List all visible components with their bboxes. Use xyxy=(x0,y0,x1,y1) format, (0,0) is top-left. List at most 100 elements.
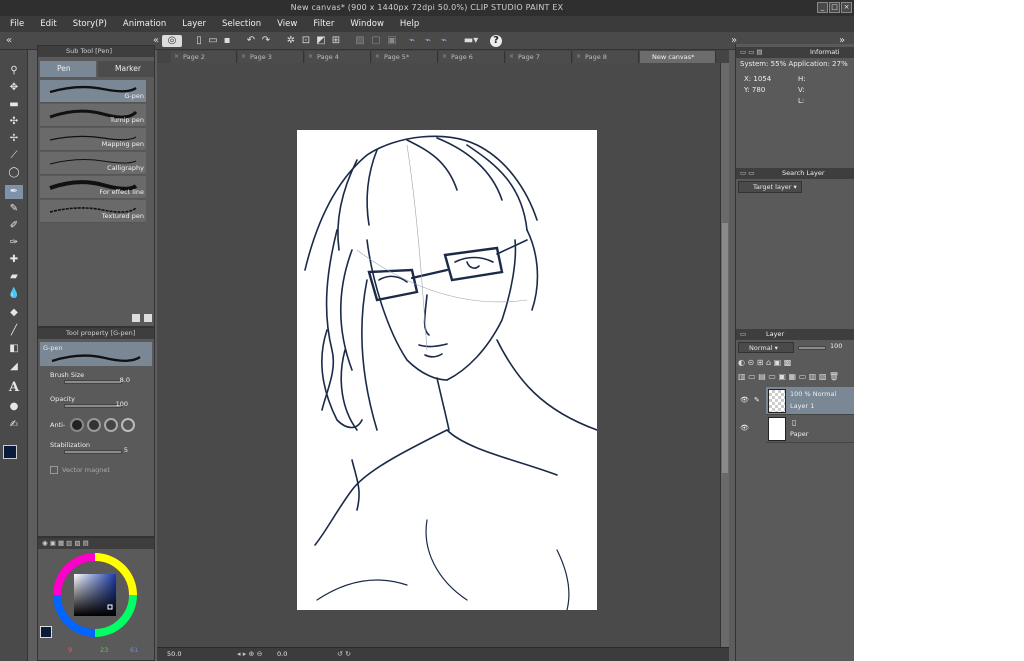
decoration-tool-icon[interactable]: ✚ xyxy=(5,253,23,267)
menu-view[interactable]: View xyxy=(277,19,297,29)
clip-studio-icon[interactable]: ◎ xyxy=(162,35,182,47)
layer-action-icons[interactable]: ▥ ▭ ▤ ▭ ▣ ▦ ▭ ▥ ▧ 🗑 xyxy=(738,372,839,381)
select-all-icon[interactable]: ▢ xyxy=(370,35,382,47)
tab-page-5[interactable]: × Page 5* xyxy=(372,51,438,63)
tab-marker[interactable]: Marker xyxy=(98,61,154,77)
layer-panel-tab-icon[interactable]: ▭ xyxy=(740,329,746,340)
layer-tool-icons[interactable]: ◐ ⊝ ⊞ ⌂ ▣ ▩ xyxy=(738,358,791,367)
tab-layer[interactable]: Layer xyxy=(766,329,784,340)
blend-mode-dropdown[interactable]: Normal ▾ xyxy=(738,342,794,353)
clear-outside-icon[interactable]: ⊡ xyxy=(300,35,312,47)
stabilization-value[interactable]: 5 xyxy=(108,446,128,454)
menu-layer[interactable]: Layer xyxy=(182,19,206,29)
display-menu-icon[interactable]: ▬▾ xyxy=(460,35,482,47)
sub-tool-settings-icon[interactable] xyxy=(132,314,140,322)
move-tool-icon[interactable]: ✥ xyxy=(5,81,23,95)
layer-row-paper[interactable]: ▯ Paper xyxy=(766,415,854,443)
tab-information[interactable]: Informati xyxy=(810,47,840,58)
tab-page-2[interactable]: × Page 2 xyxy=(171,51,237,63)
open-file-icon[interactable]: ▭ xyxy=(207,35,219,47)
vector-magnet-checkbox[interactable] xyxy=(50,466,58,474)
lasso-tool-icon[interactable]: ◯ xyxy=(5,166,23,180)
fill-tool-icon[interactable]: ◆ xyxy=(5,306,23,320)
menu-window[interactable]: Window xyxy=(350,19,384,29)
tab-page-3[interactable]: × Page 3 xyxy=(238,51,304,63)
brush-calligraphy[interactable]: Calligraphy xyxy=(40,152,146,175)
menu-edit[interactable]: Edit xyxy=(40,19,56,29)
target-layer-dropdown[interactable]: Target layer ▾ xyxy=(738,181,802,193)
menu-help[interactable]: Help xyxy=(400,19,419,29)
tab-new-canvas[interactable]: New canvas* xyxy=(640,51,716,63)
undo-icon[interactable]: ↶ xyxy=(245,35,257,47)
line-tool-icon[interactable]: ╱ xyxy=(5,324,23,338)
antialias-weak-icon[interactable] xyxy=(87,418,101,432)
layer-opacity-value[interactable]: 100 xyxy=(830,342,842,350)
angle-value[interactable]: 0.0 xyxy=(277,650,287,658)
tab-search-layer[interactable]: Search Layer xyxy=(782,168,825,179)
layer-opacity-slider[interactable] xyxy=(798,346,826,350)
correct-line-tool-icon[interactable]: ✍ xyxy=(5,418,23,432)
snap-guide-icon[interactable]: ⌁ xyxy=(422,35,434,47)
tab-page-6[interactable]: × Page 6 xyxy=(439,51,505,63)
balloon-tool-icon[interactable]: ● xyxy=(5,400,23,414)
tab-pen[interactable]: Pen xyxy=(40,61,96,77)
menu-file[interactable]: File xyxy=(10,19,24,29)
snap-grid-icon[interactable]: ⌁ xyxy=(438,35,450,47)
fill-icon[interactable]: ◩ xyxy=(315,35,327,47)
menu-selection[interactable]: Selection xyxy=(222,19,261,29)
tab-page-4[interactable]: × Page 4 xyxy=(305,51,371,63)
canvas-paper[interactable] xyxy=(297,130,597,610)
color-wheel[interactable] xyxy=(52,552,138,638)
opacity-value[interactable]: 100 xyxy=(106,400,128,408)
airbrush-tool-icon[interactable]: ✑ xyxy=(5,236,23,250)
move-layer-icon[interactable]: ✣ xyxy=(5,115,23,129)
layer-property-tab-icon[interactable]: ▭ ▭ xyxy=(740,168,754,179)
zoom-tool-icon[interactable]: ⚲ xyxy=(5,64,23,78)
navigator-tab-icon[interactable]: ▭ ▭ ▤ xyxy=(740,47,763,58)
clear-icon[interactable]: ✲ xyxy=(285,35,297,47)
zoom-controls-icon[interactable]: ◂ ▸ ⊕ ⊖ xyxy=(237,650,262,658)
main-color-indicator[interactable] xyxy=(40,626,52,638)
zoom-value[interactable]: 50.0 xyxy=(167,650,181,658)
blend-tool-icon[interactable]: 💧 xyxy=(5,287,23,301)
text-tool-icon[interactable]: A xyxy=(5,381,23,395)
operation-tool-icon[interactable]: ▬ xyxy=(5,98,23,112)
brush-textured-pen[interactable]: Textured pen xyxy=(40,200,146,223)
frame-tool-icon[interactable]: ◢ xyxy=(5,360,23,374)
pencil-tool-icon[interactable]: ✎ xyxy=(5,202,23,216)
paper-visibility-icon[interactable]: 👁 xyxy=(740,424,749,432)
rotate-controls-icon[interactable]: ↺ ↻ xyxy=(337,650,351,658)
collapse-left-icon[interactable]: « xyxy=(3,35,15,47)
delete-sub-tool-icon[interactable] xyxy=(144,314,152,322)
transform-icon[interactable]: ⊞ xyxy=(330,35,342,47)
menu-story[interactable]: Story(P) xyxy=(73,19,107,29)
brush-for-effect-line[interactable]: For effect line xyxy=(40,176,146,199)
eyedropper-tool-icon[interactable]: ⟋ xyxy=(5,149,23,163)
vertical-scrollbar[interactable] xyxy=(720,63,729,647)
close-button[interactable]: × xyxy=(841,2,852,13)
brush-size-value[interactable]: 8.0 xyxy=(110,376,130,384)
antialias-none-icon[interactable] xyxy=(70,418,84,432)
tab-page-7[interactable]: × Page 7 xyxy=(506,51,572,63)
minimize-button[interactable]: _ xyxy=(817,2,828,13)
snap-ruler-icon[interactable]: ⌁ xyxy=(406,35,418,47)
deselect-icon[interactable]: ▨ xyxy=(354,35,366,47)
layer-1-visibility-icon[interactable]: 👁 xyxy=(740,396,749,404)
redo-icon[interactable]: ↷ xyxy=(260,35,272,47)
antialias-medium-icon[interactable] xyxy=(104,418,118,432)
brush-mapping-pen[interactable]: Mapping pen xyxy=(40,128,146,151)
pen-tool-icon[interactable]: ✒ xyxy=(5,185,23,199)
maximize-button[interactable]: □ xyxy=(829,2,840,13)
menu-filter[interactable]: Filter xyxy=(313,19,334,29)
layer-row-layer-1[interactable]: 100 % Normal Layer 1 xyxy=(766,387,854,415)
brush-turnip-pen[interactable]: Turnip pen xyxy=(40,104,146,127)
vertical-scroll-thumb[interactable] xyxy=(722,223,728,473)
help-icon[interactable]: ? xyxy=(490,35,502,47)
brush-g-pen[interactable]: G-pen xyxy=(40,80,146,103)
gradient-tool-icon[interactable]: ◧ xyxy=(5,342,23,356)
menu-animation[interactable]: Animation xyxy=(123,19,166,29)
tab-page-8[interactable]: × Page 8 xyxy=(573,51,639,63)
invert-selection-icon[interactable]: ▣ xyxy=(386,35,398,47)
eraser-tool-icon[interactable]: ▰ xyxy=(5,270,23,284)
brush-tool-icon[interactable]: ✐ xyxy=(5,219,23,233)
